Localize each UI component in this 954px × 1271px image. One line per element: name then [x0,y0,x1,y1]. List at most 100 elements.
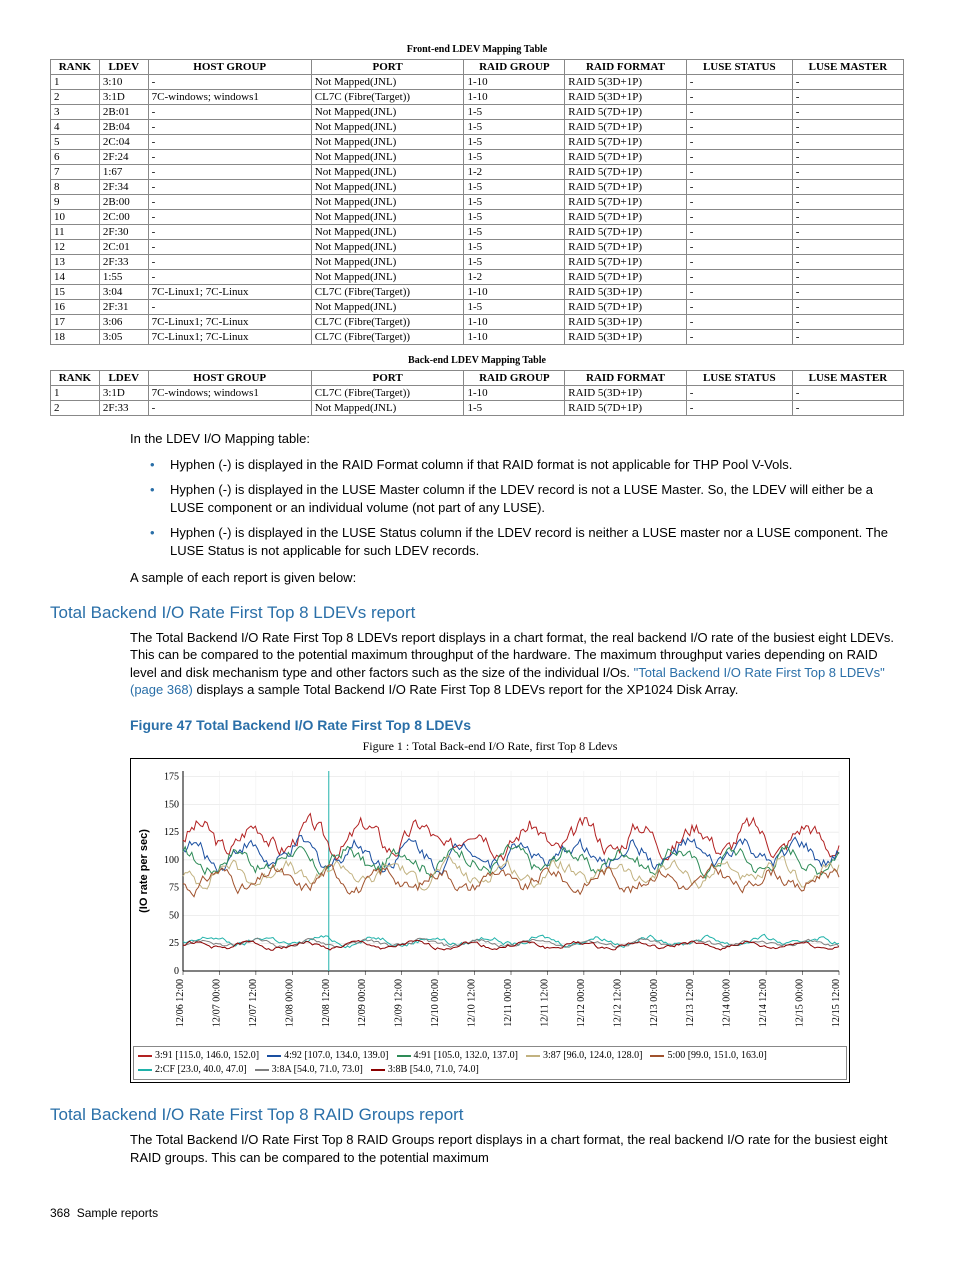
cell: 1-5 [464,401,565,416]
table-row: 71:67-Not Mapped(JNL)1-2RAID 5(7D+1P)-- [51,165,904,180]
cell: - [792,210,903,225]
legend-swatch [397,1055,411,1057]
cell: - [686,180,792,195]
section-title-2: Total Backend I/O Rate First Top 8 RAID … [50,1105,904,1125]
svg-text:125: 125 [164,827,179,838]
col-header: LDEV [99,60,148,75]
cell: 2B:04 [99,120,148,135]
svg-text:12/10 00:00: 12/10 00:00 [430,979,441,1027]
cell: Not Mapped(JNL) [311,135,464,150]
cell: - [792,240,903,255]
cell: 2F:30 [99,225,148,240]
table-row: 92B:00-Not Mapped(JNL)1-5RAID 5(7D+1P)-- [51,195,904,210]
cell: 1 [51,75,100,90]
cell: Not Mapped(JNL) [311,401,464,416]
cell: - [148,180,311,195]
chart-container: Figure 1 : Total Back-end I/O Rate, firs… [130,739,850,1083]
col-header: LUSE MASTER [792,60,903,75]
cell: - [686,135,792,150]
cell: - [792,75,903,90]
cell: RAID 5(7D+1P) [565,270,687,285]
cell: - [148,210,311,225]
cell: 13 [51,255,100,270]
cell: 3:1D [99,386,148,401]
cell: 2 [51,401,100,416]
cell: 2F:31 [99,300,148,315]
col-header: LUSE STATUS [686,371,792,386]
svg-text:175: 175 [164,772,179,783]
page-footer: 368 Sample reports [50,1206,904,1220]
cell: RAID 5(3D+1P) [565,75,687,90]
cell: RAID 5(7D+1P) [565,120,687,135]
legend-label: 3:91 [115.0, 146.0, 152.0] [155,1050,259,1061]
svg-text:25: 25 [169,938,179,949]
cell: RAID 5(7D+1P) [565,165,687,180]
legend-swatch [650,1055,664,1057]
cell: 2C:00 [99,210,148,225]
cell: Not Mapped(JNL) [311,120,464,135]
cell: - [686,90,792,105]
cell: 2 [51,90,100,105]
cell: - [148,225,311,240]
cell: 1-5 [464,195,565,210]
col-header: RAID GROUP [464,371,565,386]
cell: 3:04 [99,285,148,300]
cell: Not Mapped(JNL) [311,105,464,120]
cell: 1 [51,386,100,401]
cell: 2F:24 [99,150,148,165]
svg-text:50: 50 [169,910,179,921]
cell: - [686,255,792,270]
legend-swatch [138,1055,152,1057]
cell: - [686,386,792,401]
col-header: RANK [51,60,100,75]
cell: Not Mapped(JNL) [311,165,464,180]
cell: RAID 5(3D+1P) [565,90,687,105]
table-row: 122C:01-Not Mapped(JNL)1-5RAID 5(7D+1P)-… [51,240,904,255]
svg-text:12/12 00:00: 12/12 00:00 [576,979,587,1027]
cell: CL7C (Fibre(Target)) [311,330,464,345]
col-header: RAID FORMAT [565,60,687,75]
chart-title: Figure 1 : Total Back-end I/O Rate, firs… [130,739,850,754]
cell: - [792,90,903,105]
cell: - [686,300,792,315]
cell: 1-10 [464,90,565,105]
svg-text:12/14 12:00: 12/14 12:00 [758,979,769,1027]
cell: RAID 5(7D+1P) [565,135,687,150]
cell: RAID 5(7D+1P) [565,195,687,210]
cell: 11 [51,225,100,240]
back-table-caption: Back-end LDEV Mapping Table [50,355,904,366]
cell: - [148,105,311,120]
svg-text:75: 75 [169,883,179,894]
cell: 3:10 [99,75,148,90]
cell: 12 [51,240,100,255]
cell: 1-5 [464,135,565,150]
cell: - [792,330,903,345]
cell: - [686,210,792,225]
table-row: 42B:04-Not Mapped(JNL)1-5RAID 5(7D+1P)-- [51,120,904,135]
legend-swatch [255,1069,269,1071]
cell: 14 [51,270,100,285]
cell: - [148,165,311,180]
svg-text:12/07 12:00: 12/07 12:00 [248,979,259,1027]
cell: - [686,270,792,285]
svg-text:12/13 00:00: 12/13 00:00 [649,979,660,1027]
sample-line: A sample of each report is given below: [130,569,904,587]
bullet-list: Hyphen (-) is displayed in the RAID Form… [150,456,904,560]
col-header: HOST GROUP [148,60,311,75]
cell: Not Mapped(JNL) [311,150,464,165]
cell: - [792,150,903,165]
bullet-item: Hyphen (-) is displayed in the LUSE Stat… [150,524,904,559]
col-header: HOST GROUP [148,371,311,386]
section-title-1: Total Backend I/O Rate First Top 8 LDEVs… [50,603,904,623]
svg-text:12/10 12:00: 12/10 12:00 [467,979,478,1027]
bullet-item: Hyphen (-) is displayed in the RAID Form… [150,456,904,474]
svg-text:100: 100 [164,855,179,866]
legend-label: 2:CF [23.0, 40.0, 47.0] [155,1064,247,1075]
table-row: 162F:31-Not Mapped(JNL)1-5RAID 5(7D+1P)-… [51,300,904,315]
cell: - [148,75,311,90]
cell: 1-2 [464,165,565,180]
svg-text:0: 0 [174,966,179,977]
cell: Not Mapped(JNL) [311,75,464,90]
cell: 2B:00 [99,195,148,210]
cell: - [148,135,311,150]
